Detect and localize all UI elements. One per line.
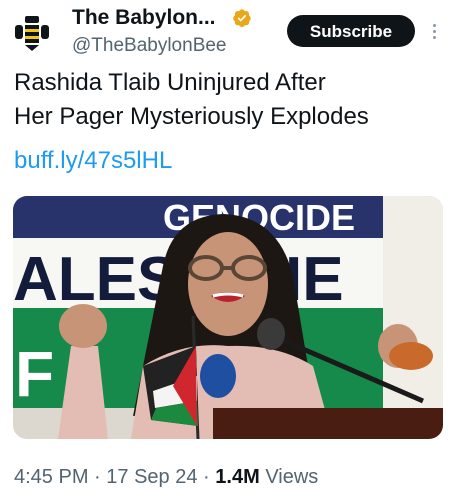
more-options-icon[interactable] xyxy=(429,16,439,46)
tweet-timestamp: 4:45 PM · 17 Sep 24 · 1.4M Views xyxy=(14,463,318,491)
tweet-time[interactable]: 4:45 PM xyxy=(14,466,88,488)
separator-dot: · xyxy=(203,466,210,488)
display-name[interactable]: The Babylon... xyxy=(72,4,216,32)
tweet-link[interactable]: buff.ly/47s5lHL xyxy=(14,145,172,177)
tweet-text: Rashida Tlaib Uninjured After Her Pager … xyxy=(14,66,444,134)
tweet-media-photo[interactable]: GENOCIDE ALES IE F xyxy=(13,196,443,439)
subscribe-button[interactable]: Subscribe xyxy=(287,15,415,47)
banner-text-mid: ALES xyxy=(13,245,178,314)
tweet-text-line-2: Her Pager Mysteriously Explodes xyxy=(14,103,369,130)
tweet-date[interactable]: 17 Sep 24 xyxy=(106,466,197,488)
tweet-text-line-1: Rashida Tlaib Uninjured After xyxy=(14,69,326,96)
separator-dot: · xyxy=(94,466,101,488)
account-handle[interactable]: @TheBabylonBee xyxy=(72,34,227,58)
banner-text-bottom: F xyxy=(15,338,54,410)
views-count: 1.4M xyxy=(215,466,260,488)
bee-logo-icon[interactable] xyxy=(12,12,52,52)
verified-badge-icon xyxy=(232,8,252,28)
views-label: Views xyxy=(265,466,319,488)
